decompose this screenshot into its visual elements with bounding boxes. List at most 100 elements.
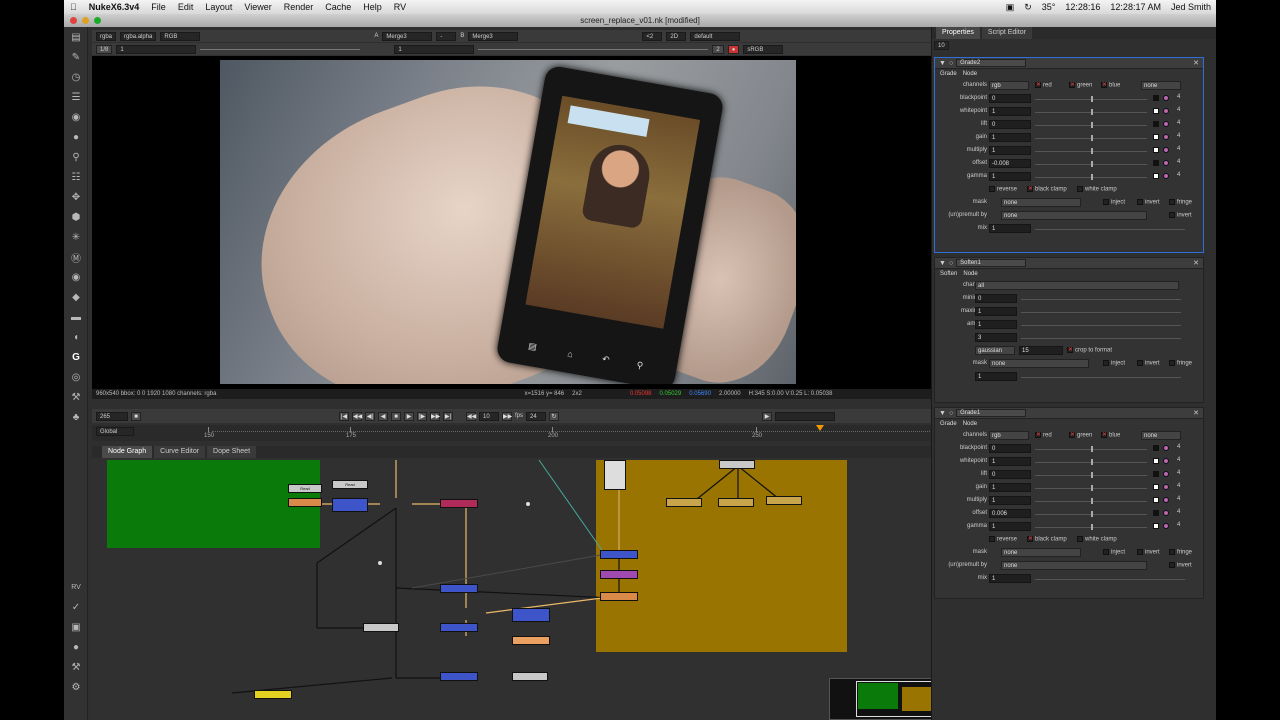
node-transform[interactable] xyxy=(718,498,754,507)
sync-icon[interactable]: ↻ xyxy=(1019,2,1037,13)
param-field[interactable]: 0 xyxy=(989,120,1031,129)
lock-icon[interactable]: ■ xyxy=(131,411,141,421)
proxy-button[interactable]: 1/8 xyxy=(96,44,113,54)
param-field[interactable]: 1 xyxy=(975,320,1017,329)
channel-count[interactable]: 4 xyxy=(1177,509,1180,515)
mix-field[interactable]: 1 xyxy=(989,574,1031,583)
color-swatch[interactable] xyxy=(1153,134,1159,140)
range-field[interactable] xyxy=(775,411,836,421)
dot-node[interactable] xyxy=(378,561,382,565)
slider-knob[interactable] xyxy=(1091,109,1093,115)
tab-node[interactable]: Node xyxy=(963,269,977,280)
channel-count[interactable]: 4 xyxy=(1177,496,1180,502)
other-icon[interactable]: ▬ xyxy=(64,307,88,327)
channel-count[interactable]: 4 xyxy=(1177,107,1180,113)
viewer[interactable]: ▤ ⌂ ↶ ⚲ xyxy=(92,56,962,389)
blue-check[interactable]: ✕ blue xyxy=(1101,432,1120,439)
channel-count[interactable]: 4 xyxy=(1177,444,1180,450)
flipbook-button[interactable]: ▶ xyxy=(762,411,773,421)
color-wheel-icon[interactable] xyxy=(1163,458,1169,464)
invert-check[interactable]: invert xyxy=(1137,199,1160,206)
node-read[interactable] xyxy=(719,460,755,469)
node-read[interactable]: Read xyxy=(332,480,368,489)
float-icon[interactable]: ○ xyxy=(949,260,953,267)
node-name-field[interactable]: Grade1 xyxy=(956,409,1027,417)
zebra-button[interactable]: 2 xyxy=(712,44,724,54)
param-field[interactable]: 1 xyxy=(989,172,1031,181)
filter-icon[interactable]: ● xyxy=(64,127,88,147)
slider-knob[interactable] xyxy=(1091,446,1093,452)
slider-knob[interactable] xyxy=(1091,96,1093,102)
mask-select[interactable]: none xyxy=(1001,548,1081,557)
fringe-check[interactable]: fringe xyxy=(1169,360,1192,367)
alpha-select[interactable]: none xyxy=(1141,81,1181,90)
green-check[interactable]: ✕ green xyxy=(1069,432,1092,439)
color-swatch[interactable] xyxy=(1153,147,1159,153)
color-wheel-icon[interactable] xyxy=(1163,173,1169,179)
slider-knob[interactable] xyxy=(1091,524,1093,530)
param-field[interactable]: 1 xyxy=(989,457,1031,466)
color-wheel-icon[interactable] xyxy=(1163,523,1169,529)
rv-icon[interactable]: RV xyxy=(64,577,88,597)
record-icon[interactable]: ● xyxy=(64,637,88,657)
filter-field[interactable]: 15 xyxy=(1019,346,1063,355)
fringe-check[interactable]: fringe xyxy=(1169,549,1192,556)
status-icon[interactable]: ▣ xyxy=(1001,2,1020,13)
node-soften[interactable] xyxy=(600,570,638,579)
color-swatch[interactable] xyxy=(1153,458,1159,464)
float-icon[interactable]: ○ xyxy=(949,410,953,417)
wipe-select[interactable]: - xyxy=(436,31,457,41)
tab-node[interactable]: Node xyxy=(963,419,977,430)
param-field[interactable]: -0.008 xyxy=(989,159,1031,168)
menu-cache[interactable]: Cache xyxy=(319,0,357,14)
reverse-check[interactable]: reverse xyxy=(989,186,1017,193)
keyer-icon[interactable]: ⚲ xyxy=(64,147,88,167)
channel-icon[interactable]: ☰ xyxy=(64,87,88,107)
tab-soften[interactable]: Soften xyxy=(940,269,957,280)
param-slider[interactable] xyxy=(1021,299,1181,300)
channel-count[interactable]: 4 xyxy=(1177,146,1180,152)
color-swatch[interactable] xyxy=(1153,160,1159,166)
a-input-select[interactable]: Merge3 xyxy=(382,31,433,41)
mix-slider[interactable] xyxy=(1035,229,1185,230)
tools-icon[interactable]: ⚒ xyxy=(64,657,88,677)
reverse-check[interactable]: reverse xyxy=(989,536,1017,543)
menu-viewer[interactable]: Viewer xyxy=(238,0,277,14)
metadata-icon[interactable]: ◆ xyxy=(64,287,88,307)
slider-knob[interactable] xyxy=(1091,135,1093,141)
param-field[interactable]: 0 xyxy=(989,94,1031,103)
param-field[interactable]: 0 xyxy=(975,294,1017,303)
app-menu[interactable]: NukeX6.3v4 xyxy=(83,0,146,14)
invert-check[interactable]: invert xyxy=(1137,360,1160,367)
close-icon[interactable]: ✕ xyxy=(1193,409,1203,417)
red-check[interactable]: ✕ red xyxy=(1035,432,1052,439)
color-wheel-icon[interactable] xyxy=(1163,471,1169,477)
param-slider[interactable] xyxy=(1021,338,1181,339)
channel-count[interactable]: 4 xyxy=(1177,483,1180,489)
param-field[interactable]: 1 xyxy=(989,107,1031,116)
image-icon[interactable]: ▤ xyxy=(64,27,88,47)
furnace-icon[interactable]: ◖ xyxy=(64,327,88,347)
invert-check[interactable]: invert xyxy=(1169,562,1192,569)
channel-count[interactable]: 4 xyxy=(1177,120,1180,126)
mix-field[interactable]: 1 xyxy=(989,224,1031,233)
invert-check[interactable]: invert xyxy=(1137,549,1160,556)
node-grade[interactable] xyxy=(440,623,478,632)
views-icon[interactable]: ◉ xyxy=(64,267,88,287)
clock[interactable]: 12:28:17 AM xyxy=(1105,2,1166,12)
pause-button[interactable]: ● xyxy=(727,44,740,54)
black-clamp-check[interactable]: ✕ black clamp xyxy=(1027,186,1067,193)
channel-count[interactable]: 4 xyxy=(1177,522,1180,528)
node-transform[interactable] xyxy=(766,496,802,505)
tab-grade[interactable]: Grade xyxy=(940,69,957,80)
inject-check[interactable]: inject xyxy=(1103,199,1125,206)
node-tracker[interactable] xyxy=(332,498,368,512)
channel-count[interactable]: 4 xyxy=(1177,172,1180,178)
menu-file[interactable]: File xyxy=(145,0,172,14)
skip-back-button[interactable]: ◀◀ xyxy=(466,411,476,421)
node-grade[interactable] xyxy=(440,672,478,681)
last-frame-button[interactable]: ▶| xyxy=(443,411,453,421)
param-field[interactable]: 1 xyxy=(989,146,1031,155)
gamma-slider[interactable] xyxy=(478,48,709,50)
collapse-icon[interactable]: ▼ xyxy=(939,410,946,417)
